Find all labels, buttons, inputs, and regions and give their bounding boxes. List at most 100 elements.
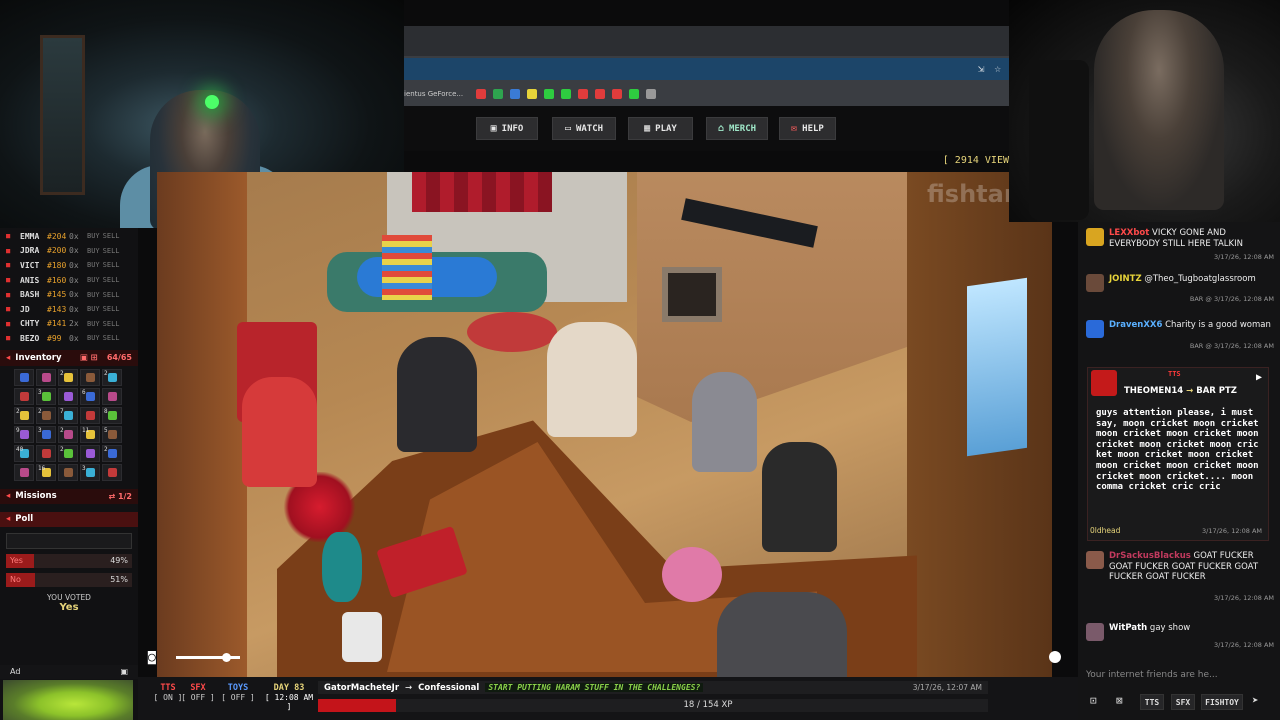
ad-image[interactable] — [3, 680, 133, 720]
missions-header[interactable]: ◂ Missions ⇄ 1/2 — [0, 488, 138, 504]
item-icon — [85, 448, 95, 458]
bookmark-icon[interactable] — [578, 89, 589, 99]
stock-sell-button[interactable]: SELL — [103, 232, 120, 240]
inventory-slot[interactable]: 16 — [36, 463, 56, 481]
chat-avatar[interactable] — [1086, 623, 1104, 641]
bookmark-icon[interactable] — [561, 89, 572, 99]
stock-sell-button[interactable]: SELL — [103, 276, 120, 284]
bookmark-icon[interactable] — [544, 89, 555, 99]
inventory-slot[interactable]: 3 — [36, 425, 56, 443]
inventory-slot[interactable]: 2 — [102, 444, 122, 462]
inventory-slot[interactable]: 3 — [36, 387, 56, 405]
stock-buy-button[interactable]: BUY — [87, 305, 100, 313]
chat-avatar[interactable] — [1086, 274, 1104, 292]
stock-buy-button[interactable]: BUY — [87, 247, 100, 255]
stock-sell-button[interactable]: SELL — [103, 247, 120, 255]
inventory-slot[interactable]: 2 — [58, 425, 78, 443]
chat-avatar[interactable] — [1086, 228, 1104, 246]
toy-icon[interactable]: ⊠ — [1116, 694, 1123, 707]
chat-username[interactable]: WitPath — [1109, 623, 1147, 633]
poll-option-yes[interactable]: Yes 49% — [6, 553, 132, 568]
chat-fishtoy-button[interactable]: FISHTOY — [1201, 694, 1243, 710]
bookmark-icon[interactable] — [646, 89, 657, 99]
chat-username[interactable]: DravenXX6 — [1109, 320, 1162, 330]
chat-username[interactable]: LEXXbot — [1109, 228, 1149, 238]
stock-sell-button[interactable]: SELL — [103, 305, 120, 313]
chat-avatar[interactable] — [1086, 551, 1104, 569]
inventory-slot[interactable]: 7 — [58, 406, 78, 424]
inventory-slot[interactable] — [102, 463, 122, 481]
stock-buy-button[interactable]: BUY — [87, 334, 100, 342]
bookmark-icon[interactable] — [510, 89, 521, 99]
ticker-arrow: → — [405, 682, 413, 693]
toys-toggle[interactable]: TOYS [ OFF ] — [218, 683, 258, 702]
inventory-slot[interactable] — [36, 444, 56, 462]
stock-buy-button[interactable]: BUY — [87, 291, 100, 299]
poll-pct-no: 51% — [110, 575, 128, 585]
inventory-slot[interactable] — [14, 368, 34, 386]
inventory-slot[interactable] — [58, 463, 78, 481]
inventory-slot[interactable] — [36, 368, 56, 386]
stock-sell-button[interactable]: SELL — [103, 291, 120, 299]
stock-sell-button[interactable]: SELL — [103, 334, 120, 342]
inventory-slot[interactable]: 3 — [80, 463, 100, 481]
stock-sell-button[interactable]: SELL — [103, 261, 120, 269]
inventory-slot[interactable]: 40 — [14, 444, 34, 462]
stock-buy-button[interactable]: BUY — [87, 320, 100, 328]
inventory-slot[interactable]: 5 — [102, 425, 122, 443]
clock-time: [ 12:08 AM ] — [264, 693, 314, 711]
chat-sfx-button[interactable]: SFX — [1171, 694, 1195, 710]
chat-username[interactable]: JOINTZ — [1109, 274, 1142, 284]
inventory-slot[interactable] — [14, 387, 34, 405]
info-button[interactable]: ▣ INFO — [476, 117, 538, 140]
watch-button[interactable]: ▭ WATCH — [552, 117, 616, 140]
bookmark-icon[interactable] — [527, 89, 538, 99]
play-icon[interactable]: ▶ — [1256, 372, 1262, 383]
stock-buy-button[interactable]: BUY — [87, 261, 100, 269]
chat-tts-button[interactable]: TTS — [1140, 694, 1164, 710]
inventory-slot[interactable]: 11 — [80, 425, 100, 443]
ad-close-icon[interactable]: ▣ — [120, 667, 128, 676]
stock-buy-button[interactable]: BUY — [87, 276, 100, 284]
bookmark-icon[interactable] — [493, 89, 504, 99]
inventory-slot[interactable] — [80, 368, 100, 386]
inventory-slot[interactable]: 8 — [102, 406, 122, 424]
inventory-slot[interactable] — [58, 387, 78, 405]
inventory-header[interactable]: ◂ Inventory ▣ ⊞ 64/65 — [0, 349, 138, 366]
bookmark-icon[interactable] — [595, 89, 606, 99]
inventory-slot[interactable] — [102, 387, 122, 405]
send-icon[interactable]: ➤ — [1252, 694, 1259, 707]
inventory-slot[interactable]: 2 — [36, 406, 56, 424]
inventory-slot[interactable] — [80, 406, 100, 424]
poll-option-no[interactable]: No 51% — [6, 572, 132, 587]
emoji-icon[interactable]: ⊡ — [1090, 694, 1097, 707]
help-button[interactable]: ✉ HELP — [779, 117, 836, 140]
volume-slider-handle[interactable] — [222, 653, 231, 662]
inventory-slot[interactable]: 6 — [80, 387, 100, 405]
stock-name: BASH — [20, 290, 40, 300]
stock-sell-button[interactable]: SELL — [103, 320, 120, 328]
bookmark-icon[interactable] — [476, 89, 487, 99]
sfx-toggle[interactable]: SFX [ OFF ] — [178, 683, 218, 702]
bookmark-icon[interactable] — [612, 89, 623, 99]
shop-icon[interactable]: ▣ ⊞ — [80, 353, 98, 363]
inventory-slot[interactable]: 2 — [58, 368, 78, 386]
play-button[interactable]: ▦ PLAY — [628, 117, 693, 140]
inventory-slot[interactable] — [80, 444, 100, 462]
live-camera-view[interactable]: fishtank — [157, 172, 1052, 677]
inventory-slot[interactable] — [14, 463, 34, 481]
volume-icon[interactable]: ◙ — [148, 650, 156, 665]
bookmark-icon[interactable] — [629, 89, 640, 99]
stock-buy-button[interactable]: BUY — [87, 232, 100, 240]
inventory-slot[interactable]: 2 — [58, 444, 78, 462]
chat-input[interactable]: Your internet friends are he... — [1078, 664, 1280, 686]
merch-button[interactable]: ⌂ MERCH — [706, 117, 768, 140]
chat-avatar[interactable] — [1086, 320, 1104, 338]
fullscreen-icon[interactable] — [1049, 651, 1061, 663]
chat-username[interactable]: DrSackusBlackus — [1109, 551, 1191, 561]
inventory-slot[interactable]: 2 — [102, 368, 122, 386]
inventory-slot[interactable]: 2 — [14, 406, 34, 424]
poll-header[interactable]: ◂ Poll — [0, 511, 138, 527]
item-icon — [41, 372, 51, 382]
inventory-slot[interactable]: 9 — [14, 425, 34, 443]
